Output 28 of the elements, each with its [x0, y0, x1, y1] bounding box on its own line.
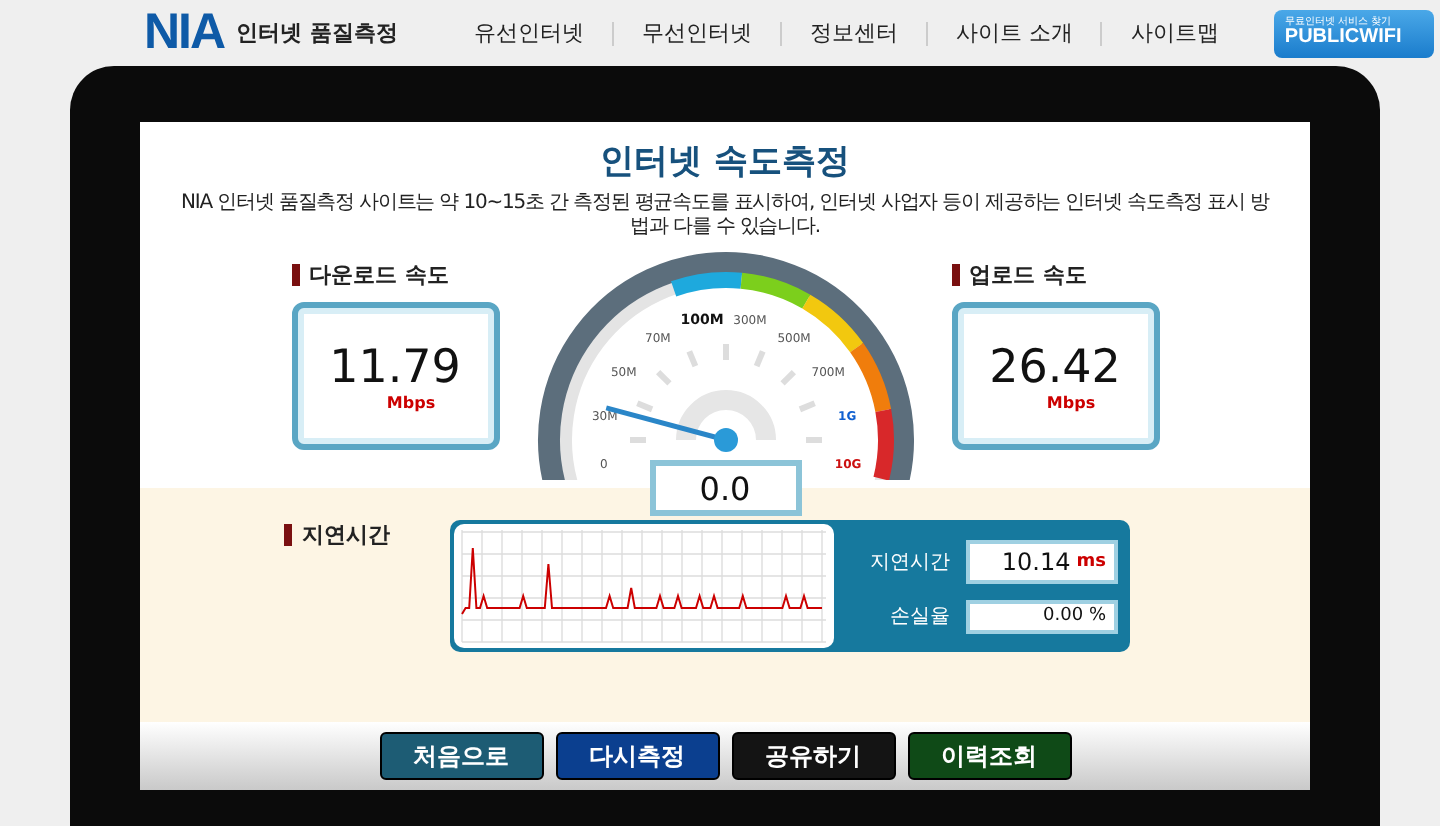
speed-unit: Mbps: [386, 393, 436, 411]
nav-link[interactable]: 무선인터넷: [613, 18, 780, 48]
page-title: 인터넷 속도측정: [598, 140, 852, 184]
action-button[interactable]: 공유하기: [731, 732, 895, 780]
latency-label: 지연시간: [302, 520, 390, 550]
nav-link[interactable]: 사이트 소개: [927, 18, 1101, 48]
field-label: 지연시간: [868, 549, 950, 575]
upload-speed-label: 업로드 속도: [969, 260, 1087, 290]
readout-field: 10.14 ms: [966, 539, 1118, 583]
speed-value: 26.42: [989, 341, 1121, 393]
nav-link[interactable]: 정보센터: [781, 18, 926, 48]
action-button[interactable]: 처음으로: [379, 732, 543, 780]
readout-field: 0.00 %: [966, 599, 1118, 633]
description-text: NIA 인터넷 품질측정 사이트는 약 10~15초 간 측정된 평균속도를 표시하여, 인터넷 사업자 등이 제공하는 인터넷 속도측정 표시 방법과 다를 수 있습니다.: [179, 190, 1272, 240]
action-button[interactable]: 다시측정: [555, 732, 719, 780]
section-marker: [951, 264, 959, 286]
gauge-reading: 0.0: [649, 460, 801, 516]
section-marker: [284, 524, 292, 546]
speed-unit: Mbps: [1046, 393, 1096, 411]
logo-subtitle: 인터넷 품질측정: [236, 18, 398, 48]
action-button[interactable]: 이력조회: [907, 732, 1071, 780]
section-marker: [291, 264, 299, 286]
download-speed-label: 다운로드 속도: [309, 260, 449, 290]
speed-value: 11.79: [329, 341, 461, 393]
nav-link[interactable]: 유선인터넷: [445, 18, 612, 48]
field-label: 손실율: [888, 604, 950, 630]
nav-link[interactable]: 사이트맵: [1102, 18, 1247, 48]
logo[interactable]: NIA: [144, 4, 225, 62]
